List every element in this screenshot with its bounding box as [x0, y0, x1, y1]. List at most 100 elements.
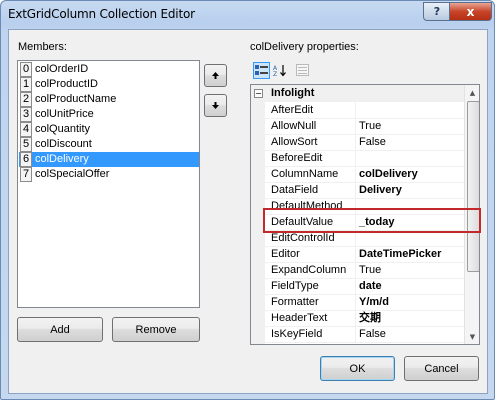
member-index: 6 [20, 152, 32, 167]
dialog-window: ExtGridColumn Collection Editor ? x Memb… [0, 0, 495, 400]
property-name: ColumnName [271, 168, 339, 180]
property-name: IsKeyField [271, 328, 323, 340]
property-row[interactable]: FieldType date [251, 278, 464, 295]
member-index: 0 [20, 62, 32, 77]
property-value[interactable]: colDelivery [359, 166, 418, 182]
property-value[interactable]: True [359, 262, 381, 278]
property-value[interactable]: DateTimePicker [359, 246, 441, 262]
property-row[interactable]: AfterEdit [251, 102, 464, 119]
property-row[interactable]: DataField Delivery [251, 182, 464, 199]
property-value[interactable]: 交期 [359, 310, 381, 326]
member-index: 4 [20, 122, 32, 137]
property-name: Formatter [271, 296, 319, 308]
property-divider[interactable] [355, 278, 356, 294]
alphabetical-icon[interactable]: AZ [272, 62, 288, 78]
member-index: 1 [20, 77, 32, 92]
category-row[interactable]: − Infolight [251, 85, 464, 102]
property-name: FieldType [271, 280, 319, 292]
scrollbar-thumb[interactable] [467, 101, 479, 272]
property-value[interactable]: date [359, 278, 382, 294]
member-index: 5 [20, 137, 32, 152]
property-divider[interactable] [355, 294, 356, 310]
property-row[interactable]: Formatter Y/m/d [251, 294, 464, 311]
properties-toolbar: AZ [250, 60, 479, 82]
property-value[interactable]: True [359, 118, 381, 134]
member-item[interactable]: 4 colQuantity [19, 122, 199, 137]
highlight-box [263, 208, 481, 233]
title-bar[interactable]: ExtGridColumn Collection Editor ? x [1, 1, 494, 29]
move-up-button[interactable] [204, 64, 227, 87]
member-item[interactable]: 6 colDelivery [19, 152, 199, 167]
property-divider[interactable] [355, 310, 356, 326]
property-divider[interactable] [355, 326, 356, 342]
property-row[interactable]: IsKeyField False [251, 326, 464, 343]
property-value[interactable]: False [359, 134, 386, 150]
members-label: Members: [18, 41, 67, 53]
property-row[interactable]: HeaderText 交期 [251, 310, 464, 327]
member-name: colProductName [35, 93, 117, 105]
member-name: colQuantity [35, 123, 91, 135]
collapse-icon[interactable]: − [254, 89, 263, 98]
scroll-down-icon[interactable]: ▼ [465, 329, 479, 344]
property-value[interactable]: False [359, 326, 386, 342]
category-label: Infolight [271, 87, 315, 99]
window-title: ExtGridColumn Collection Editor [8, 7, 195, 21]
property-name: DataField [271, 184, 319, 196]
member-index: 3 [20, 107, 32, 122]
property-divider[interactable] [355, 262, 356, 278]
property-name: ExpandColumn [271, 264, 347, 276]
move-down-button[interactable] [204, 94, 227, 117]
property-row[interactable]: ColumnName colDelivery [251, 166, 464, 183]
member-index: 7 [20, 167, 32, 182]
property-name: BeforeEdit [271, 152, 323, 164]
ok-button[interactable]: OK [320, 356, 395, 381]
member-item[interactable]: 0 colOrderID [19, 62, 199, 77]
arrow-up-icon [212, 72, 219, 79]
property-value[interactable]: Delivery [359, 182, 402, 198]
member-name: colDelivery [35, 153, 89, 165]
property-name: HeaderText [271, 312, 328, 324]
property-row[interactable]: AllowNull True [251, 118, 464, 135]
members-list[interactable]: 0 colOrderID 1 colProductID 2 colProductName 3… [17, 60, 200, 308]
property-divider[interactable] [355, 166, 356, 182]
member-item[interactable]: 5 colDiscount [19, 137, 199, 152]
property-divider[interactable] [355, 118, 356, 134]
categorized-icon[interactable] [253, 62, 270, 79]
close-button[interactable]: x [449, 2, 492, 21]
member-item[interactable]: 2 colProductName [19, 92, 199, 107]
help-button[interactable]: ? [423, 2, 451, 21]
member-item[interactable]: 7 colSpecialOffer [19, 167, 199, 182]
property-pages-icon[interactable] [294, 62, 310, 78]
member-index: 2 [20, 92, 32, 107]
property-value[interactable]: Y/m/d [359, 294, 389, 310]
member-item[interactable]: 3 colUnitPrice [19, 107, 199, 122]
property-row[interactable]: BeforeEdit [251, 150, 464, 167]
member-name: colOrderID [35, 63, 89, 75]
scroll-up-icon[interactable]: ▲ [465, 85, 479, 100]
property-divider[interactable] [355, 102, 356, 118]
cancel-button[interactable]: Cancel [404, 356, 479, 381]
property-divider[interactable] [355, 150, 356, 166]
properties-label: colDelivery properties: [250, 41, 359, 53]
member-item[interactable]: 1 colProductID [19, 77, 199, 92]
property-name: Editor [271, 248, 300, 260]
remove-button[interactable]: Remove [112, 317, 200, 342]
svg-text:Z: Z [273, 71, 277, 77]
property-divider[interactable] [355, 182, 356, 198]
property-row[interactable]: ExpandColumn True [251, 262, 464, 279]
property-name: AfterEdit [271, 104, 314, 116]
member-name: colSpecialOffer [35, 168, 110, 180]
member-name: colDiscount [35, 138, 92, 150]
add-button[interactable]: Add [17, 317, 103, 342]
property-divider[interactable] [355, 246, 356, 262]
property-name: AllowSort [271, 136, 318, 148]
property-name: AllowNull [271, 120, 317, 132]
member-name: colProductID [35, 78, 98, 90]
arrow-down-icon [212, 102, 219, 109]
member-name: colUnitPrice [35, 108, 94, 120]
property-row[interactable]: Editor DateTimePicker [251, 246, 464, 263]
help-icon: ? [433, 5, 441, 18]
close-icon: x [466, 4, 475, 19]
property-divider[interactable] [355, 134, 356, 150]
property-row[interactable]: AllowSort False [251, 134, 464, 151]
